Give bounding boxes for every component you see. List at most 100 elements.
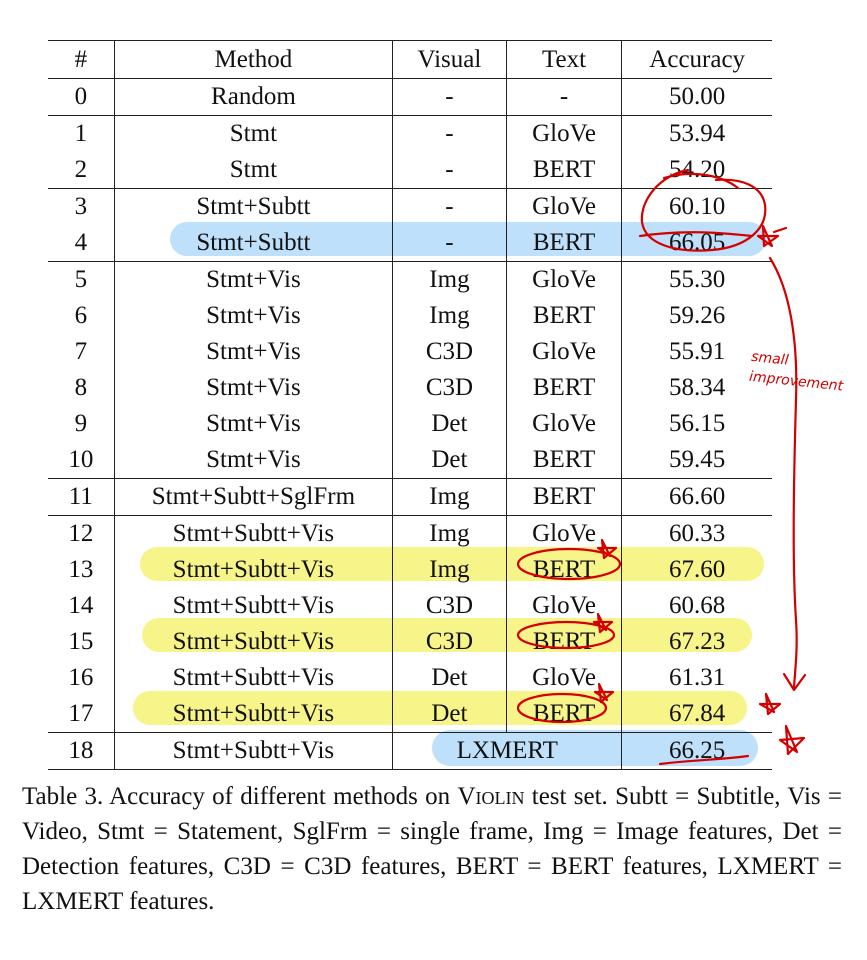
cell-method: Stmt+Subtt+Vis [114,660,394,696]
table-body: 0 Random - -50.00 1 Stmt - GloVe 53.94 2 Stmt - BERT… [48,78,772,770]
cell-visual: Img [392,261,507,298]
cell-text: GloVe [506,588,623,624]
cell-text: GloVe [506,660,623,696]
cell-accuracy: 54.20 [669,156,726,183]
cell-text: - [506,78,623,116]
table-row: 2 Stmt - BERT 54.20 [48,152,772,189]
star-mark-row-18 [778,724,806,756]
cell-text: BERT [506,225,623,262]
cell-visual: Det [392,660,507,696]
header-method: Method [114,40,394,79]
cell-visual: C3D [392,334,507,370]
cell-method: Stmt+Subtt+Vis [114,552,394,588]
cell-visual: Img [392,552,507,588]
cell-id: 12 [48,515,115,552]
cell-accuracy: 66.05 [669,229,726,256]
cell-visual: Img [392,515,507,552]
cell-text: BERT [506,478,623,516]
cell-accuracy: 66.25 [621,732,772,770]
cell-visual: - [392,225,507,262]
table-row: 18 Stmt+Subtt+Vis LXMERT 66.25 [48,732,772,770]
cell-accuracy: 50.00 [621,78,772,116]
cell-method: Stmt+Subtt+Vis [114,696,394,733]
cell-text: BERT [506,152,623,189]
cell-accuracy: 59.45 [669,446,726,473]
cell-accuracy: 67.84 [669,700,726,727]
cell-text: BERT [506,370,623,406]
table-row: 4 Stmt+Subtt - BERT 66.05 [48,225,772,262]
table-row: 0 Random - -50.00 [48,78,772,116]
cell-accuracy: 67.23 [669,628,726,655]
cell-id: 8 [48,370,115,406]
table-row: 6 Stmt+Vis Img BERT 59.26 [48,298,772,334]
bracket-arrow-line [768,256,798,690]
header-visual: Visual [392,40,507,79]
cell-method: Random [114,78,394,116]
table-row: 10 Stmt+Vis Det BERT 59.45 [48,442,772,479]
table-row: 17 Stmt+Subtt+Vis Det BERT 67.84 [48,696,772,733]
cell-id: 1 [48,115,115,152]
cell-accuracy: 66.60 [621,478,772,516]
caption-prefix: Table 3. Accuracy of different methods o… [22,783,458,810]
cell-method: Stmt+Vis [114,261,394,298]
cell-visual: - [392,152,507,189]
table-row: 11 Stmt+Subtt+SglFrm Img BERT 66.60 [48,478,772,516]
cell-text: BERT [506,298,623,334]
caption-dataset-name: Violin [457,783,525,810]
cell-method: Stmt [114,152,394,189]
cell-id: 3 [48,188,115,225]
cell-accuracy: 61.31 [669,664,726,691]
cell-method: Stmt+Vis [114,370,394,406]
table-row: 15 Stmt+Subtt+Vis C3D BERT 67.23 [48,624,772,660]
cell-visual: - [392,188,507,225]
cell-id: 7 [48,334,115,370]
table-row: 7 Stmt+Vis C3D GloVe 55.91 [48,334,772,370]
cell-method: Stmt+Subtt [114,225,394,262]
table-row: 14 Stmt+Subtt+Vis C3D GloVe 60.68 [48,588,772,624]
cell-text: BERT [506,624,623,660]
table-row: 12 Stmt+Subtt+Vis Img GloVe 60.33 [48,515,772,552]
cell-method: Stmt+Subtt+Vis [114,624,394,660]
header-id: # [48,40,115,79]
results-table: # Method Visual Text Accuracy 0 Random - -5… [48,40,772,770]
cell-method: Stmt+Vis [114,442,394,479]
cell-id: 5 [48,261,115,298]
cell-visual: Img [392,478,507,516]
cell-id: 18 [48,732,115,770]
cell-text: GloVe [506,188,623,225]
cell-id: 9 [48,406,115,442]
cell-text: BERT [506,552,623,588]
cell-method: Stmt+Vis [114,298,394,334]
cell-visual: - [392,78,507,116]
cell-text: GloVe [506,115,623,152]
header-accuracy: Accuracy [621,40,772,79]
cell-id: 11 [48,478,115,516]
table-row: 1 Stmt - GloVe 53.94 [48,115,772,152]
cell-id: 15 [48,624,115,660]
cell-accuracy: 55.30 [621,261,772,298]
header-text: Text [506,40,623,79]
table-header-row: # Method Visual Text Accuracy [48,40,772,79]
table-row: 16 Stmt+Subtt+Vis Det GloVe 61.31 [48,660,772,696]
cell-visual: C3D [392,370,507,406]
cell-text: GloVe [506,515,623,552]
cell-accuracy: 60.10 [621,188,772,225]
cell-visual: Img [392,298,507,334]
cell-method: Stmt+Subtt+Vis [114,588,394,624]
table-row: 5 Stmt+Vis Img GloVe 55.30 [48,261,772,298]
cell-id: 17 [48,696,115,733]
cell-id: 4 [48,225,115,262]
paper-page: # Method Visual Text Accuracy 0 Random - -5… [0,0,867,960]
cell-visual: Det [392,406,507,442]
cell-text: BERT [506,696,623,733]
cell-method: Stmt+Subtt+SglFrm [114,478,394,516]
cell-accuracy: 60.33 [621,515,772,552]
cell-id: 10 [48,442,115,479]
cell-visual: Det [392,696,507,733]
cell-visual-text: LXMERT [392,732,623,770]
cell-method: Stmt+Subtt [114,188,394,225]
arrow-head [782,672,807,692]
table-row: 8 Stmt+Vis C3D BERT 58.34 [48,370,772,406]
cell-method: Stmt [114,115,394,152]
cell-method: Stmt+Vis [114,334,394,370]
